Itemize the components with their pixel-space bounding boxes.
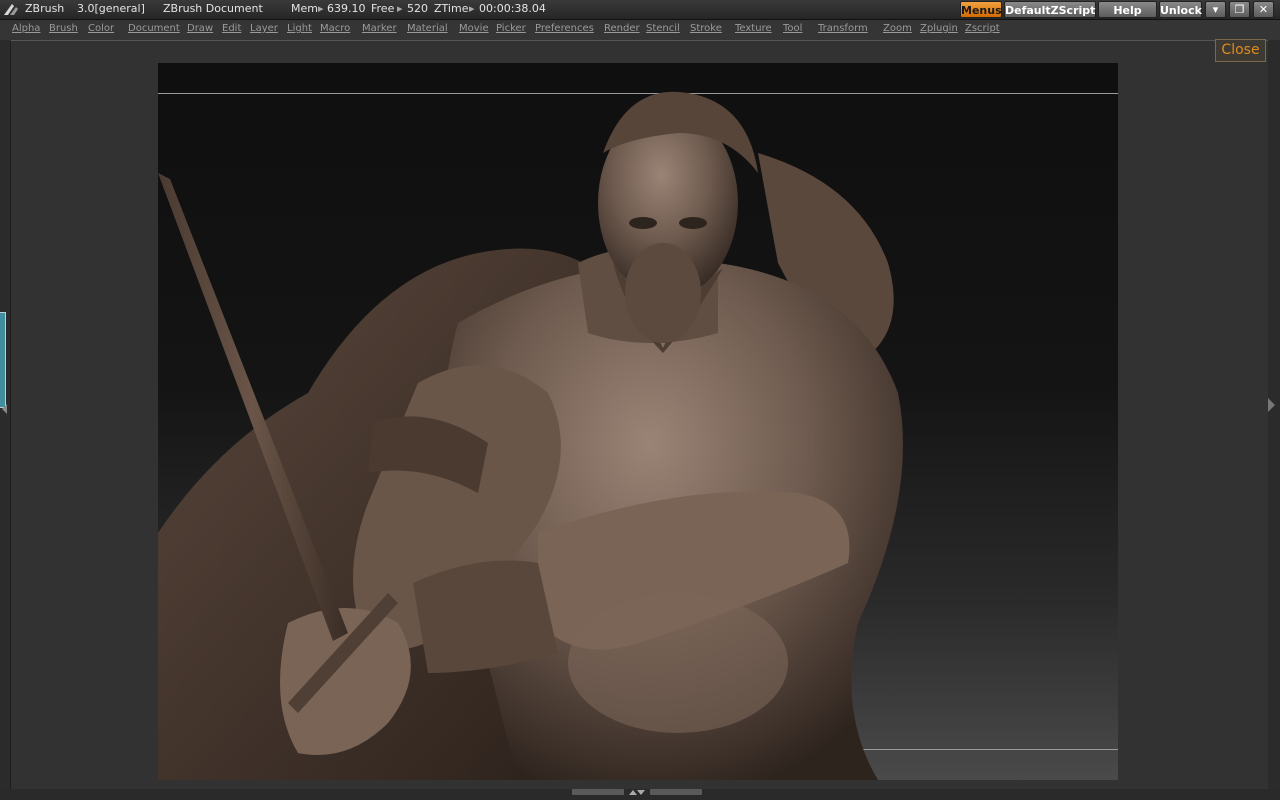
left-tray-tab[interactable] [0,312,6,408]
menu-color[interactable]: Color [88,23,114,34]
menu-document[interactable]: Document [128,23,180,34]
free-arrow-icon: ▸ [397,2,403,15]
help-button[interactable]: Help [1098,1,1157,18]
free-value: 520 [407,2,428,15]
ztime-label: ZTime [434,2,469,15]
mem-label: Mem [291,2,318,15]
menu-stencil[interactable]: Stencil [646,23,680,34]
menu-render[interactable]: Render [604,23,640,34]
menu-movie[interactable]: Movie [459,23,489,34]
right-tray-arrow-icon[interactable] [1268,398,1276,412]
title-bar: ZBrush 3.0[general] ZBrush Document Mem … [0,0,1280,20]
menu-macro[interactable]: Macro [320,23,350,34]
menu-alpha[interactable]: Alpha [12,23,40,34]
menu-zplugin[interactable]: Zplugin [920,23,958,34]
bottom-handle-right[interactable] [650,789,702,795]
free-label: Free [371,2,395,15]
menu-zoom[interactable]: Zoom [883,23,912,34]
ztime-value: 00:00:38.04 [479,2,546,15]
bottom-tray-arrows-icon[interactable] [627,788,647,796]
menu-draw[interactable]: Draw [187,23,213,34]
sculpt-render [158,91,903,780]
bottom-handle-left[interactable] [572,789,624,795]
minimize-icon[interactable]: ▾ [1205,1,1226,18]
document-canvas[interactable] [158,63,1118,780]
unlock-button[interactable]: Unlock [1159,1,1202,18]
restore-icon[interactable]: ❐ [1229,1,1250,18]
menu-material[interactable]: Material [407,23,448,34]
menu-preferences[interactable]: Preferences [535,23,594,34]
document-name: ZBrush Document [163,2,263,15]
menu-edit[interactable]: Edit [222,23,241,34]
menu-marker[interactable]: Marker [362,23,397,34]
zbrush-logo-icon [4,4,18,15]
menu-zscript[interactable]: Zscript [965,23,1000,34]
menu-bar: Alpha Brush Color Document Draw Edit Lay… [0,20,1280,40]
menu-brush[interactable]: Brush [49,23,78,34]
mem-arrow-icon: ▸ [318,2,324,15]
menu-tool[interactable]: Tool [783,23,802,34]
mem-value: 639.10 [327,2,366,15]
defaultzscript-button[interactable]: DefaultZScript [1004,1,1096,18]
menu-transform[interactable]: Transform [818,23,868,34]
app-version: 3.0[general] [77,2,145,15]
menu-picker[interactable]: Picker [496,23,526,34]
ztime-arrow-icon: ▸ [469,2,475,15]
menus-button[interactable]: Menus [960,1,1002,18]
menu-texture[interactable]: Texture [735,23,772,34]
menu-stroke[interactable]: Stroke [690,23,722,34]
menu-layer[interactable]: Layer [250,23,278,34]
close-button[interactable]: Close [1215,39,1266,62]
left-tray-arrow-icon[interactable] [2,404,8,414]
close-icon[interactable]: ✕ [1253,1,1274,18]
menu-light[interactable]: Light [287,23,312,34]
app-name: ZBrush [25,2,65,15]
